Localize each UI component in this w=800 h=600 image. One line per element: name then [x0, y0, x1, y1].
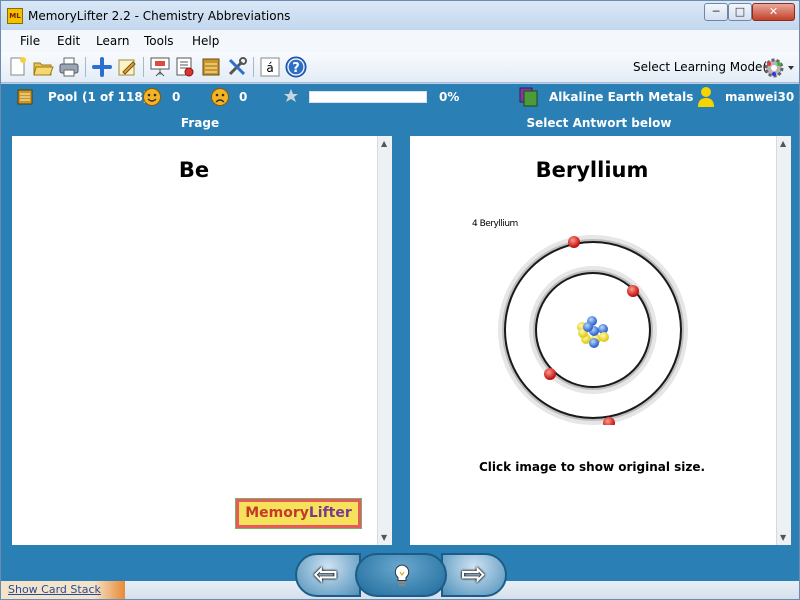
close-button[interactable]: ✕ — [752, 3, 795, 21]
user-name: manwei30 — [725, 90, 795, 104]
menu-help[interactable]: Help — [192, 34, 219, 48]
app-window: ML MemoryLifter 2.2 - Chemistry Abbrevia… — [0, 0, 800, 600]
window-title: MemoryLifter 2.2 - Chemistry Abbreviatio… — [28, 9, 291, 23]
next-card-button[interactable]: ⇨ — [441, 553, 507, 597]
logo-text-part2: Lifter — [308, 505, 352, 521]
svg-text:á: á — [266, 61, 273, 75]
star-icon — [284, 89, 298, 102]
menu-learn[interactable]: Learn — [96, 34, 130, 48]
presentation-icon[interactable] — [149, 56, 171, 78]
toolbar-separator — [85, 57, 86, 77]
answer-word: Beryllium — [535, 158, 649, 182]
electron — [627, 285, 639, 297]
learning-mode-label[interactable]: Select Learning Mode(s) — [633, 60, 778, 74]
pool-count: (1 of 118) — [82, 90, 149, 104]
open-icon[interactable] — [32, 56, 54, 78]
show-card-stack-link[interactable]: Show Card Stack — [8, 583, 101, 596]
menu-file[interactable]: File — [20, 34, 40, 48]
toolbar-separator — [253, 57, 254, 77]
menu-tools[interactable]: Tools — [144, 34, 174, 48]
help-icon[interactable]: ? — [285, 56, 307, 78]
title-bar: ML MemoryLifter 2.2 - Chemistry Abbrevia… — [1, 1, 799, 30]
card-list-icon[interactable] — [174, 56, 196, 78]
new-icon[interactable] — [7, 56, 29, 78]
logo-text-part1: Memory — [245, 505, 309, 521]
memorylifter-logo: MemoryLifter — [235, 498, 362, 529]
settings-tools-icon[interactable] — [226, 56, 248, 78]
scroll-down-icon[interactable]: ▼ — [381, 533, 387, 542]
answer-scrollbar[interactable]: ▲ ▼ — [776, 136, 791, 545]
question-header: Frage — [180, 116, 220, 130]
nucleus — [577, 316, 609, 348]
menu-edit[interactable]: Edit — [57, 34, 80, 48]
electron — [544, 368, 556, 380]
hint-button[interactable] — [355, 553, 447, 597]
progress-percent: 0% — [439, 90, 460, 104]
question-word: Be — [178, 158, 210, 182]
user-icon — [698, 87, 714, 107]
svg-text:?: ? — [292, 61, 300, 76]
arrow-left-icon: ⇦ — [313, 557, 339, 592]
electron — [568, 236, 580, 248]
progress-bar — [309, 91, 427, 103]
beryllium-atom-image[interactable] — [498, 235, 688, 425]
question-panel — [12, 136, 377, 545]
atom-image-caption: 4 Beryllium — [472, 219, 518, 229]
toolbar-separator — [143, 57, 144, 77]
sad-face-icon — [211, 88, 229, 106]
minimize-button[interactable]: ─ — [704, 3, 728, 21]
answer-header: Select Antwort below — [526, 116, 672, 130]
status-bar: Pool (1 of 118) 0 0 0% Alkaline Earth Me… — [1, 84, 799, 110]
app-icon: ML — [7, 8, 23, 24]
arrow-right-icon: ⇨ — [461, 557, 487, 592]
learning-mode-gear-icon[interactable] — [764, 57, 796, 79]
special-char-icon[interactable]: á — [259, 56, 281, 78]
scroll-up-icon[interactable]: ▲ — [780, 139, 786, 148]
happy-face-icon — [143, 88, 161, 106]
click-image-hint: Click image to show original size. — [478, 460, 706, 474]
stack-icon[interactable] — [200, 56, 222, 78]
correct-count: 0 — [172, 90, 181, 104]
print-icon[interactable] — [58, 56, 80, 78]
chapter-name[interactable]: Alkaline Earth Metals — [549, 90, 693, 104]
scroll-down-icon[interactable]: ▼ — [780, 533, 786, 542]
chevron-down-icon — [788, 66, 794, 70]
question-scrollbar[interactable]: ▲ ▼ — [377, 136, 392, 545]
menu-bar: File Edit Learn Tools Help — [1, 30, 799, 52]
toolbar: á ? Select Learning Mode(s) — [1, 52, 799, 83]
lightbulb-icon — [394, 564, 410, 586]
edit-icon[interactable] — [116, 56, 138, 78]
wrong-count: 0 — [239, 90, 248, 104]
scroll-up-icon[interactable]: ▲ — [381, 139, 387, 148]
maximize-button[interactable]: □ — [728, 3, 752, 21]
add-card-icon[interactable] — [91, 56, 113, 78]
previous-card-button[interactable]: ⇦ — [295, 553, 361, 597]
pool-label: Pool — [48, 90, 78, 104]
pool-stack-icon — [17, 89, 33, 105]
chapter-folder-icon[interactable] — [518, 86, 540, 108]
